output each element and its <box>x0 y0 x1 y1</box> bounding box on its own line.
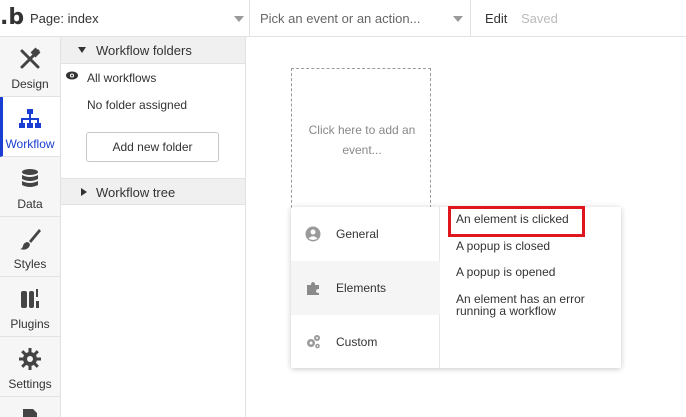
document-icon <box>23 409 37 417</box>
page-selector[interactable]: Page: index <box>22 0 250 37</box>
event-option-popup-opened[interactable]: A popup is opened <box>456 266 616 278</box>
workflow-folders-title: Workflow folders <box>96 43 192 58</box>
chevron-down-icon <box>453 16 463 22</box>
sidebar-item-label: Plugins <box>10 317 50 331</box>
event-category-list: General Elements Custom <box>291 207 440 368</box>
top-bar: .b Page: index Pick an event or an actio… <box>0 0 686 37</box>
collapse-triangle-icon <box>78 47 86 53</box>
sidebar-item-label: Styles <box>13 257 47 271</box>
event-category-elements[interactable]: Elements <box>291 261 440 315</box>
event-option-popup-closed[interactable]: A popup is closed <box>456 240 616 252</box>
data-icon <box>22 169 38 187</box>
bubble-logo[interactable]: .b <box>0 6 24 30</box>
sidebar-item-plugins[interactable]: Plugins <box>0 277 60 337</box>
folder-item-no-folder[interactable]: No folder assigned <box>87 98 187 112</box>
sidebar-item-label: Data <box>17 197 43 211</box>
sidebar-item-label: Workflow <box>5 137 55 151</box>
design-icon <box>20 47 41 69</box>
page-selector-label: Page: index <box>30 11 99 26</box>
add-event-slot[interactable]: Click here to add an event... <box>291 68 431 208</box>
add-event-prompt: Click here to add an event... <box>308 123 416 157</box>
event-category-custom[interactable]: Custom <box>291 315 440 369</box>
workflow-tree-title: Workflow tree <box>96 185 176 200</box>
highlight-box <box>448 206 585 237</box>
edit-button[interactable]: Edit <box>485 11 507 26</box>
left-sidebar: Design Workflow Data Styles Plugins Sett… <box>0 37 61 417</box>
eye-icon[interactable] <box>66 71 78 80</box>
event-option-element-error[interactable]: An element has an error running a workfl… <box>456 293 606 317</box>
workflow-icon <box>19 109 41 128</box>
sidebar-item-workflow[interactable]: Workflow <box>0 97 60 157</box>
add-new-folder-button[interactable]: Add new folder <box>86 132 219 162</box>
workflow-folders-header[interactable]: Workflow folders <box>61 37 245 64</box>
workflow-tree-header[interactable]: Workflow tree <box>61 178 245 205</box>
sidebar-item-label: Settings <box>8 377 52 391</box>
sidebar-item-label: Design <box>11 77 49 91</box>
settings-icon <box>19 348 41 370</box>
sidebar-item-design[interactable]: Design <box>0 37 60 97</box>
plugins-icon <box>21 289 39 308</box>
custom-icon <box>307 335 320 349</box>
general-icon <box>305 226 321 242</box>
sidebar-item-data[interactable]: Data <box>0 157 60 217</box>
chevron-down-icon <box>234 16 244 22</box>
workflow-folders-panel: Workflow folders All workflows No folder… <box>61 37 246 417</box>
styles-icon <box>20 229 41 250</box>
event-category-label: Custom <box>336 335 378 349</box>
saved-status: Saved <box>521 11 558 26</box>
sidebar-item-styles[interactable]: Styles <box>0 217 60 277</box>
sidebar-item-settings[interactable]: Settings <box>0 337 60 397</box>
event-action-picker[interactable]: Pick an event or an action... <box>251 0 471 37</box>
sidebar-item-logs[interactable] <box>0 397 60 417</box>
elements-icon <box>307 282 319 295</box>
folder-item-all-workflows[interactable]: All workflows <box>87 71 156 85</box>
event-category-general[interactable]: General <box>291 207 440 261</box>
event-category-label: General <box>336 227 379 241</box>
event-picker-placeholder: Pick an event or an action... <box>260 11 421 26</box>
event-category-label: Elements <box>336 281 387 295</box>
expand-triangle-icon <box>81 188 87 196</box>
